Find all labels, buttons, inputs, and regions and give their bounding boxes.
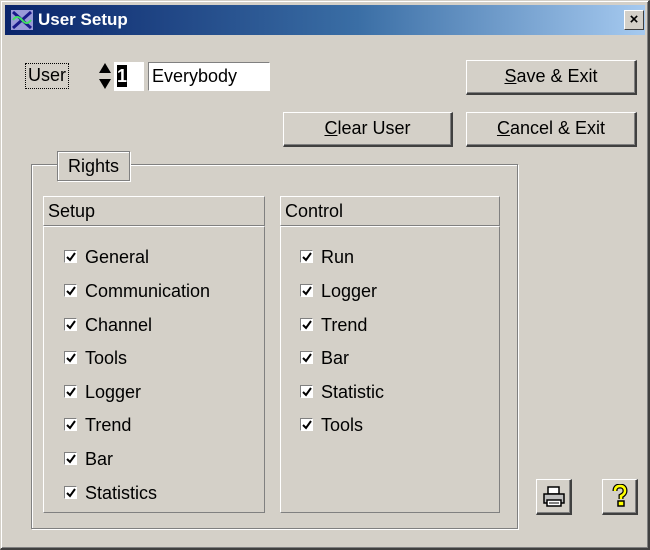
app-logo-icon (11, 10, 33, 30)
check-icon (300, 318, 313, 331)
checkbox-label: Communication (85, 281, 211, 301)
checkbox-label: Trend (321, 315, 368, 335)
check-icon (64, 486, 77, 499)
check-icon (64, 418, 77, 431)
check-icon (300, 418, 313, 431)
check-icon (64, 385, 77, 398)
help-icon (612, 484, 628, 507)
check-icon (64, 452, 77, 465)
spin-down-icon (99, 79, 111, 89)
user-name-field[interactable]: Everybody (148, 62, 270, 91)
check-icon (64, 351, 77, 364)
window-title: User Setup (38, 10, 128, 29)
user-number-field[interactable]: 1 (114, 62, 144, 91)
cancel-exit-label: ancel & Exit (509, 118, 606, 138)
spin-up-icon (99, 63, 111, 73)
save-exit-label: ave & Exit (516, 66, 598, 86)
print-button[interactable] (536, 479, 572, 515)
check-icon (64, 250, 77, 263)
checkbox-label: Bar (85, 449, 114, 469)
check-icon (300, 351, 313, 364)
rights-title: Rights (57, 151, 131, 181)
cancel-exit-mnemonic: C (496, 118, 510, 138)
setup-panel-header: Setup (43, 196, 265, 226)
user-number-value: 1 (117, 65, 128, 87)
control-panel-header: Control (280, 196, 500, 226)
checkbox-label: Bar (321, 348, 350, 368)
checkbox-label: Run (321, 247, 355, 267)
cancel-exit-button[interactable]: Cancel & Exit (466, 112, 637, 147)
checkbox-label: Logger (85, 382, 142, 402)
title-bar[interactable]: User Setup × (5, 5, 645, 35)
clear-user-label: lear User (337, 118, 411, 138)
check-icon (300, 385, 313, 398)
check-icon (300, 284, 313, 297)
close-button[interactable]: × (624, 10, 644, 30)
clear-user-button[interactable]: Clear User (283, 112, 453, 147)
setup-panel: General Communication Channel Tools Logg… (43, 226, 265, 513)
checkbox-label: Statistics (85, 483, 158, 503)
control-panel: Run Logger Trend Bar Statistic Tools (280, 226, 500, 513)
checkbox-label: Logger (321, 281, 378, 301)
clear-user-mnemonic: C (324, 118, 338, 138)
help-button[interactable] (602, 479, 638, 515)
printer-icon (543, 486, 565, 507)
checkbox-label: General (85, 247, 150, 267)
user-setup-window: User Setup × User 1 Everybody Save & Exi… (0, 0, 650, 550)
checkbox-label: Tools (85, 348, 128, 368)
close-icon: × (629, 11, 639, 28)
checkbox-label: Channel (85, 315, 153, 335)
save-exit-button[interactable]: Save & Exit (466, 60, 637, 95)
checkbox-label: Trend (85, 415, 132, 435)
user-label: User (25, 63, 70, 89)
user-spinner[interactable] (96, 61, 114, 91)
checkbox-label: Tools (321, 415, 364, 435)
checkbox-label: Statistic (321, 382, 385, 402)
check-icon (64, 318, 77, 331)
save-exit-mnemonic: S (504, 66, 517, 86)
check-icon (300, 250, 313, 263)
check-icon (64, 284, 77, 297)
